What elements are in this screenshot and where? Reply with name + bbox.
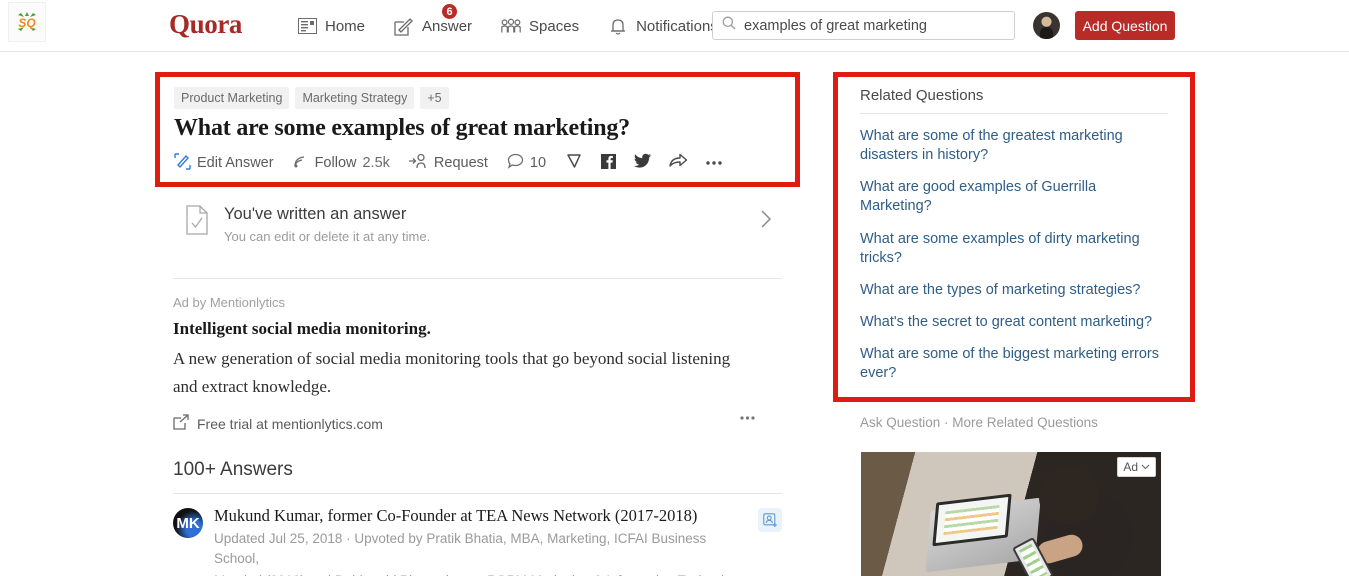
written-answer-title: You've written an answer (224, 205, 407, 223)
downvote-button[interactable] (565, 152, 583, 174)
nav-item-home[interactable]: Home (282, 0, 379, 52)
ad-body: A new generation of social media monitor… (173, 349, 731, 396)
question-header-box: Product Marketing Marketing Strategy +5 … (155, 72, 800, 187)
answer-meta-line-1: Updated Jul 25, 2018 · Upvoted by Pratik… (214, 531, 707, 566)
people-icon (500, 15, 522, 37)
external-link-icon (173, 414, 189, 433)
bell-icon (607, 15, 629, 37)
nav-label-spaces: Spaces (529, 17, 580, 35)
share-twitter-button[interactable] (634, 153, 652, 173)
topic-tag-more[interactable]: +5 (420, 87, 449, 109)
related-question-link[interactable]: What are the types of marketing strategi… (860, 281, 1168, 300)
edit-pencil-icon (174, 152, 191, 174)
sq-extension-icon[interactable]: SQ (8, 2, 46, 42)
request-person-icon (408, 153, 428, 173)
avatar-initials: MK (176, 514, 200, 532)
right-sidebar: Related Questions What are some of the g… (833, 72, 1195, 576)
quora-question-page: SQ Quora Home Answer 6 Spaces Notificati… (0, 0, 1349, 576)
ad-attribution: Ad by Mentionlytics (173, 295, 285, 310)
pencil-icon (393, 15, 415, 37)
chevron-right-icon[interactable] (760, 209, 772, 234)
main-column: Product Marketing Marketing Strategy +5 … (155, 72, 800, 576)
quora-logo[interactable]: Quora (169, 9, 242, 40)
ad-more-button[interactable] (739, 408, 756, 426)
add-question-button[interactable]: Add Question (1075, 11, 1175, 40)
ad-badge-label: Ad (1123, 460, 1138, 475)
nav-label-answer: Answer (422, 17, 473, 35)
answer-author-name[interactable]: Mukund Kumar, former Co-Founder at TEA N… (214, 506, 754, 526)
share-facebook-button[interactable] (600, 153, 617, 174)
nav-label-notifications: Notifications (636, 17, 718, 35)
follow-count: 2.5k (362, 155, 390, 171)
related-question-link[interactable]: What are good examples of Guerrilla Mark… (860, 178, 1168, 216)
answer-notification-badge: 6 (441, 3, 459, 20)
nav-item-answer[interactable]: Answer 6 (379, 0, 486, 52)
follow-button[interactable]: Follow 2.5k (293, 153, 390, 173)
divider (860, 113, 1168, 114)
topic-tags: Product Marketing Marketing Strategy +5 (174, 87, 781, 109)
related-question-link[interactable]: What are some examples of dirty marketin… (860, 230, 1168, 268)
downvote-icon (565, 152, 583, 174)
comment-icon (507, 153, 524, 173)
follow-label: Follow (314, 155, 357, 171)
question-actions: Edit Answer Follow 2.5k Request 10 (174, 152, 781, 174)
follow-user-icon[interactable] (758, 508, 782, 533)
nav-item-spaces[interactable]: Spaces (486, 0, 593, 52)
twitter-icon (634, 153, 652, 173)
ad-cta-label: Free trial at mentionlytics.com (197, 415, 383, 432)
rss-follow-icon (293, 153, 309, 173)
related-questions-box: Related Questions What are some of the g… (833, 72, 1195, 403)
share-arrow-icon (669, 152, 688, 174)
person-head-shape (1039, 466, 1099, 525)
home-icon (296, 15, 318, 37)
question-more-button[interactable] (705, 160, 723, 166)
inline-ad: Ad by Mentionlytics Intelligent social m… (155, 279, 800, 433)
comment-button[interactable]: 10 (507, 153, 546, 173)
ad-cta-link[interactable]: Free trial at mentionlytics.com (173, 414, 383, 433)
related-questions-heading: Related Questions (860, 87, 984, 104)
topic-tag[interactable]: Marketing Strategy (295, 87, 415, 109)
comment-count: 10 (529, 155, 547, 171)
site-header: SQ Quora Home Answer 6 Spaces Notificati… (0, 0, 1349, 52)
nav-item-notifications[interactable]: Notifications (593, 0, 732, 52)
ad-disclosure-badge[interactable]: Ad (1117, 457, 1156, 478)
sidebar-ad-image (861, 452, 1161, 576)
request-label: Request (433, 155, 488, 171)
chevron-down-icon (1141, 464, 1150, 470)
answer-item: MK Mukund Kumar, former Co-Founder at TE… (155, 494, 800, 576)
nav-label-home: Home (325, 17, 366, 35)
answers-heading: 100+ Answers (173, 459, 293, 481)
document-check-icon (185, 205, 210, 240)
share-button[interactable] (669, 152, 688, 174)
search-input[interactable]: examples of great marketing (712, 11, 1015, 40)
avatar[interactable] (1033, 12, 1060, 39)
related-question-link[interactable]: What are some of the greatest marketing … (860, 127, 1168, 165)
request-button[interactable]: Request (408, 153, 488, 173)
related-question-link[interactable]: What are some of the biggest marketing e… (860, 345, 1168, 383)
ad-title[interactable]: Intelligent social media monitoring. (173, 319, 782, 339)
written-answer-card[interactable]: You've written an answer You can edit or… (155, 187, 800, 254)
search-icon (722, 16, 736, 35)
sidebar-footer-links[interactable]: Ask Question · More Related Questions (860, 415, 1195, 430)
related-question-link[interactable]: What's the secret to great content marke… (860, 313, 1168, 332)
edit-answer-label: Edit Answer (197, 155, 274, 171)
edit-answer-button[interactable]: Edit Answer (174, 152, 274, 174)
facebook-icon (600, 153, 617, 174)
search-query-text: examples of great marketing (744, 17, 927, 34)
svg-text:SQ: SQ (18, 16, 36, 30)
written-answer-subtitle: You can edit or delete it at any time. (224, 229, 431, 244)
primary-nav: Home Answer 6 Spaces Notifications (282, 0, 732, 52)
page-title: What are some examples of great marketin… (174, 115, 630, 141)
answer-author-avatar[interactable]: MK (173, 508, 203, 539)
topic-tag[interactable]: Product Marketing (174, 87, 290, 109)
answer-meta-line-2: Mumbai (2019) and Debharshi Bhattacharya… (214, 571, 754, 576)
sidebar-ad[interactable]: Ad (861, 452, 1161, 576)
